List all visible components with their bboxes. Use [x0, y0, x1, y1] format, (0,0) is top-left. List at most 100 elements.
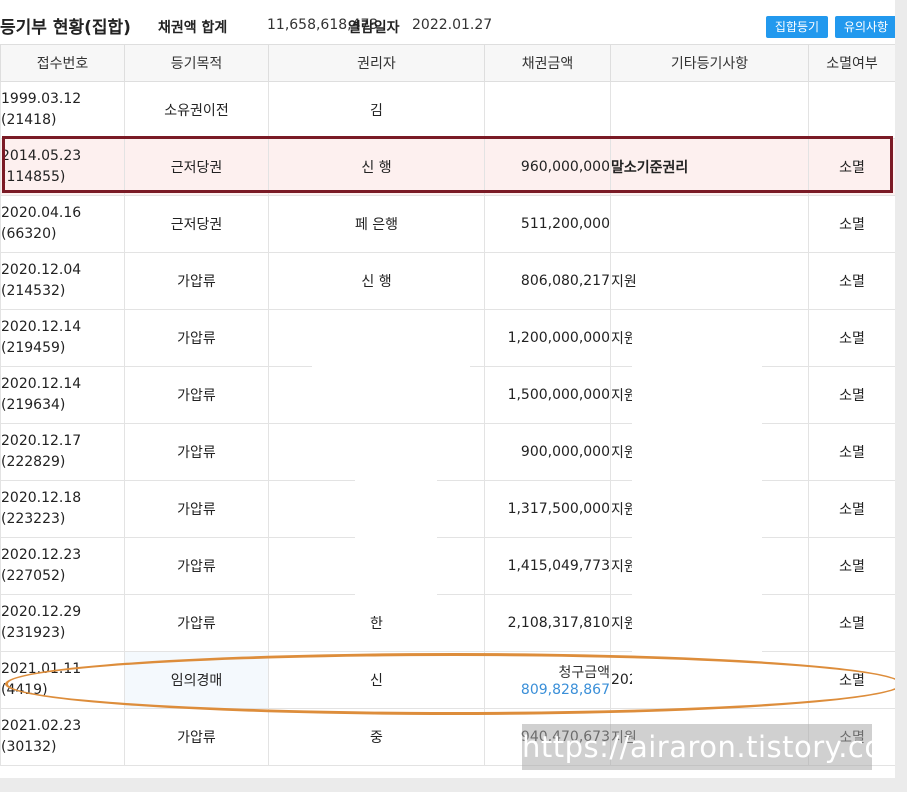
receipt-date: 2020.12.14 [1, 376, 82, 392]
col-header-other: 기타등기사항 [610, 44, 809, 82]
receipt-cell: 2020.04.16 (66320) [0, 195, 125, 253]
purpose-cell: 가압류 [124, 309, 269, 367]
purpose-cell: 가압류 [124, 252, 269, 310]
holder-cell: 페 은행 [268, 195, 485, 253]
purpose-cell[interactable]: 임의경매 [124, 651, 269, 709]
receipt-number: (223223) [1, 511, 66, 527]
status-cell: 소멸 [808, 366, 895, 424]
table-row: 1999.03.12 (21418) 소유권이전 김 [0, 81, 895, 139]
receipt-number: (231923) [1, 625, 66, 641]
holder-cell: 중 [268, 708, 485, 766]
amount-cell: 1,200,000,000 [484, 309, 611, 367]
receipt-cell: 2020.12.17 (222829) [0, 423, 125, 481]
table-header-row: 접수번호 등기목적 권리자 채권금액 기타등기사항 소멸여부 [0, 44, 895, 82]
table-row: 2020.12.04 (214532) 가압류 신 행 806,080,217 지… [0, 252, 895, 310]
panel-header: 등기부 현황(집합) 채권액 합계 11,658,618,473 열람일자 20… [0, 0, 895, 44]
amount-cell: 900,000,000 [484, 423, 611, 481]
receipt-date: 2014.05.23 [1, 148, 82, 164]
other-cell: 지원 [610, 252, 809, 310]
receipt-date: 2020.12.17 [1, 433, 82, 449]
claim-total-label: 채권액 합계 [158, 20, 228, 36]
other-cell [610, 81, 809, 139]
receipt-cell: 2020.12.18 (223223) [0, 480, 125, 538]
col-header-holder: 권리자 [268, 44, 485, 82]
receipt-number: (219459) [1, 340, 66, 356]
holder-cell: 신 행 [268, 252, 485, 310]
purpose-cell: 소유권이전 [124, 81, 269, 139]
holder-cell: 한 [268, 594, 485, 652]
receipt-cell: 2021.01.11 (4419) [0, 651, 125, 709]
amount-cell: 1,415,049,773 [484, 537, 611, 595]
amount-cell: 960,000,000 [484, 138, 611, 196]
page-title: 등기부 현황(집합) [0, 18, 131, 38]
status-cell: 소멸 [808, 480, 895, 538]
status-cell: 소멸 [808, 309, 895, 367]
receipt-date: 2020.12.14 [1, 319, 82, 335]
table-row: 2020.04.16 (66320) 근저당권 페 은행 511,200,000 … [0, 195, 895, 253]
claim-amount-label: 청구금액 [558, 665, 610, 681]
receipt-number: (222829) [1, 454, 66, 470]
receipt-number: (21418) [1, 112, 57, 128]
col-header-purpose: 등기목적 [124, 44, 269, 82]
holder-cell: 김 [268, 81, 485, 139]
receipt-number: (114855) [1, 169, 66, 185]
receipt-date: 2021.01.11 [1, 661, 82, 677]
receipt-number: (219634) [1, 397, 66, 413]
receipt-number: (214532) [1, 283, 66, 299]
collective-registry-button[interactable]: 집합등기 [766, 16, 828, 38]
claim-amount-value[interactable]: 809,828,867 [485, 682, 610, 698]
amount-cell [484, 81, 611, 139]
purpose-cell: 근저당권 [124, 195, 269, 253]
receipt-cell: 2020.12.14 (219634) [0, 366, 125, 424]
receipt-date: 2020.12.04 [1, 262, 82, 278]
receipt-date: 2020.04.16 [1, 205, 82, 221]
redaction-patch [632, 312, 762, 707]
status-cell: 소멸 [808, 537, 895, 595]
table-row-baseline-right: 2014.05.23 (114855) 근저당권 신 행 960,000,000 … [0, 138, 895, 196]
col-header-extinction: 소멸여부 [808, 44, 895, 82]
amount-cell: 2,108,317,810 [484, 594, 611, 652]
receipt-date: 1999.03.12 [1, 91, 82, 107]
status-cell: 소멸 [808, 252, 895, 310]
receipt-cell: 2014.05.23 (114855) [0, 138, 125, 196]
receipt-cell: 2020.12.29 (231923) [0, 594, 125, 652]
receipt-number: (30132) [1, 739, 57, 755]
redaction-patch [355, 440, 437, 600]
receipt-date: 2020.12.23 [1, 547, 82, 563]
view-date-value: 2022.01.27 [412, 17, 493, 33]
amount-cell: 1,500,000,000 [484, 366, 611, 424]
registry-panel: 등기부 현황(집합) 채권액 합계 11,658,618,473 열람일자 20… [0, 0, 895, 778]
status-cell: 소멸 [808, 423, 895, 481]
amount-cell: 511,200,000 [484, 195, 611, 253]
purpose-cell: 가압류 [124, 480, 269, 538]
status-cell: 소멸 [808, 195, 895, 253]
receipt-number: (4419) [1, 682, 48, 698]
holder-cell: 신 [268, 651, 485, 709]
col-header-receipt-no: 접수번호 [0, 44, 125, 82]
status-cell [808, 81, 895, 139]
receipt-cell: 2020.12.23 (227052) [0, 537, 125, 595]
amount-cell: 806,080,217 [484, 252, 611, 310]
receipt-cell: 2020.12.04 (214532) [0, 252, 125, 310]
other-cell [610, 195, 809, 253]
view-date-label: 열람일자 [348, 20, 400, 36]
purpose-cell: 가압류 [124, 537, 269, 595]
purpose-cell: 가압류 [124, 708, 269, 766]
receipt-date: 2020.12.18 [1, 490, 82, 506]
receipt-cell: 2020.12.14 (219459) [0, 309, 125, 367]
notes-button[interactable]: 유의사항 [835, 16, 895, 38]
purpose-cell: 가압류 [124, 594, 269, 652]
receipt-date: 2021.02.23 [1, 718, 82, 734]
receipt-cell: 2021.02.23 (30132) [0, 708, 125, 766]
holder-cell: 신 행 [268, 138, 485, 196]
status-cell: 소멸 [808, 138, 895, 196]
other-cell: 말소기준권리 [610, 138, 809, 196]
col-header-amount: 채권금액 [484, 44, 611, 82]
purpose-cell: 가압류 [124, 423, 269, 481]
receipt-cell: 1999.03.12 (21418) [0, 81, 125, 139]
watermark: https://airaron.tistory.com [522, 724, 895, 770]
purpose-cell: 가압류 [124, 366, 269, 424]
receipt-number: (227052) [1, 568, 66, 584]
receipt-date: 2020.12.29 [1, 604, 82, 620]
status-cell: 소멸 [808, 594, 895, 652]
